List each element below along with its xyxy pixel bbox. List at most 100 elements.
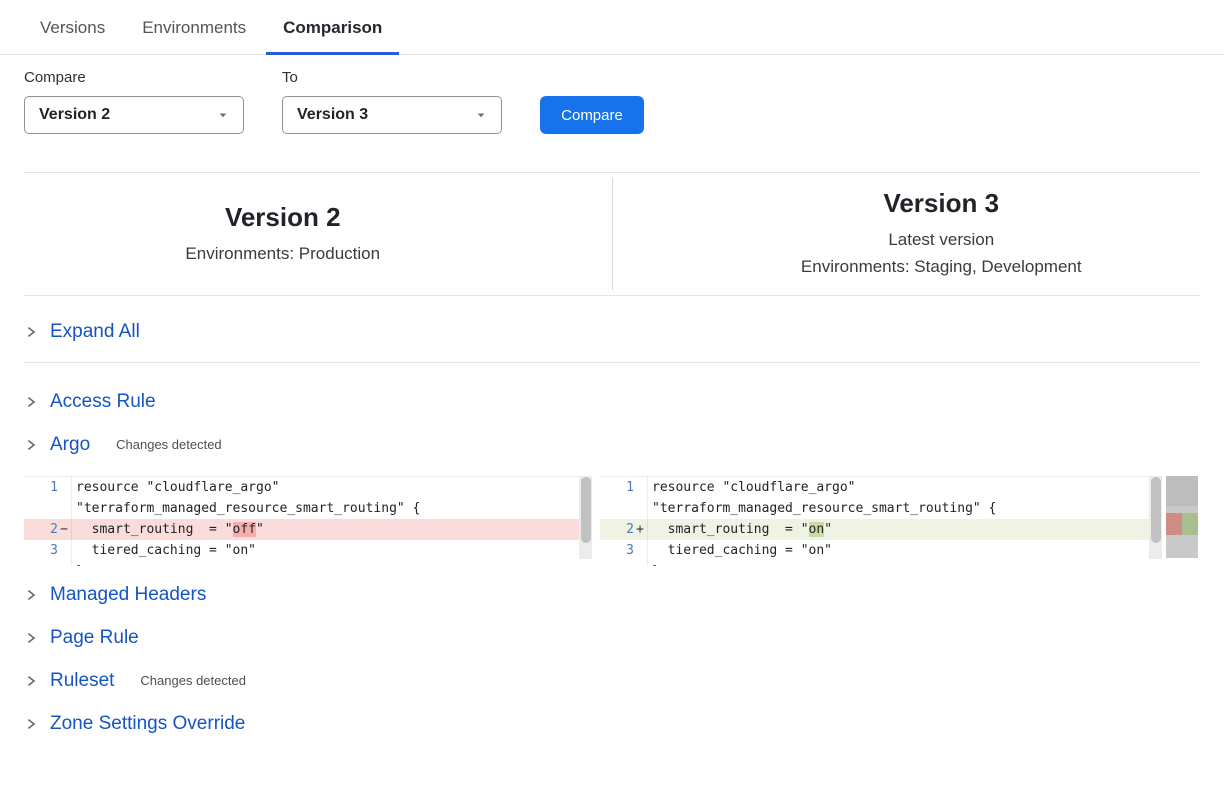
chevron-right-icon bbox=[24, 674, 38, 688]
expand-all-button[interactable]: Expand All bbox=[24, 296, 1200, 363]
line-number bbox=[24, 498, 58, 519]
section-label: Page Rule bbox=[50, 627, 139, 649]
diff-pane-left: 1 resource "cloudflare_argo" "terraform_… bbox=[24, 476, 592, 566]
diff-pane-right: 1 resource "cloudflare_argo" "terraform_… bbox=[600, 476, 1162, 566]
compare-to-select[interactable]: Version 3 bbox=[282, 96, 502, 134]
right-version-environments: Environments: Staging, Development bbox=[683, 253, 1201, 280]
compare-from-select[interactable]: Version 2 bbox=[24, 96, 244, 134]
code-text: resource "cloudflare_argo" bbox=[72, 477, 280, 498]
code-line: 3 tiered_caching = "on" bbox=[24, 540, 579, 561]
chevron-right-icon bbox=[24, 325, 38, 339]
section-zone-settings-override[interactable]: Zone Settings Override bbox=[24, 712, 1200, 735]
code-text: smart_routing = "off" bbox=[72, 519, 264, 540]
tab-label: Versions bbox=[40, 18, 105, 37]
right-version-latest-label: Latest version bbox=[683, 226, 1201, 253]
chevron-right-icon bbox=[24, 395, 38, 409]
code-text: } bbox=[648, 561, 660, 566]
compare-label: Compare bbox=[24, 69, 244, 86]
diff-sign: − bbox=[58, 519, 70, 540]
chevron-right-icon bbox=[24, 717, 38, 731]
line-number: 1 bbox=[24, 477, 58, 498]
section-managed-headers[interactable]: Managed Headers bbox=[24, 583, 1200, 606]
tab-label: Environments bbox=[142, 18, 246, 37]
line-number: 3 bbox=[600, 540, 634, 561]
diff-sign bbox=[634, 561, 646, 566]
minimap-viewport bbox=[1166, 476, 1198, 506]
line-number: 3 bbox=[24, 540, 58, 561]
left-version-header: Version 2 Environments: Production bbox=[24, 202, 542, 267]
code-line: } bbox=[600, 561, 1149, 566]
code-text: "terraform_managed_resource_smart_routin… bbox=[72, 498, 420, 519]
code-line: 3 tiered_caching = "on" bbox=[600, 540, 1149, 561]
chevron-down-icon bbox=[475, 109, 487, 121]
left-pane-scrollbar[interactable] bbox=[579, 477, 592, 559]
diff-code-right: 1 resource "cloudflare_argo" "terraform_… bbox=[600, 477, 1149, 566]
line-number: 2 bbox=[24, 519, 58, 540]
argo-diff-view: 1 resource "cloudflare_argo" "terraform_… bbox=[24, 476, 1200, 566]
scrollbar-thumb[interactable] bbox=[1151, 477, 1161, 543]
right-pane-scrollbar[interactable] bbox=[1149, 477, 1162, 559]
section-access-rule[interactable]: Access Rule bbox=[24, 390, 1200, 413]
diff-sign bbox=[634, 498, 646, 519]
left-version-environments: Environments: Production bbox=[24, 240, 542, 267]
diff-sign bbox=[58, 561, 70, 566]
minimap-added-marker bbox=[1182, 513, 1198, 535]
line-number: 1 bbox=[600, 477, 634, 498]
diff-minimap[interactable] bbox=[1166, 476, 1198, 558]
select-value: Version 2 bbox=[39, 106, 110, 124]
right-version-header: Version 3 Latest version Environments: S… bbox=[683, 188, 1201, 280]
compare-controls: Compare Version 2 To Version 3 Compare bbox=[24, 69, 1200, 134]
code-line: "terraform_managed_resource_smart_routin… bbox=[600, 498, 1149, 519]
tab-environments[interactable]: Environments bbox=[125, 14, 263, 55]
diff-code-left: 1 resource "cloudflare_argo" "terraform_… bbox=[24, 477, 579, 566]
expand-all-label: Expand All bbox=[50, 321, 140, 343]
code-text: tiered_caching = "on" bbox=[648, 540, 832, 561]
deleted-word: off bbox=[233, 522, 256, 537]
line-number bbox=[600, 561, 634, 566]
section-label: Argo bbox=[50, 434, 90, 456]
compare-to-field: To Version 3 bbox=[282, 69, 502, 134]
line-number: 2 bbox=[600, 519, 634, 540]
diff-sign bbox=[634, 477, 646, 498]
tab-label: Comparison bbox=[283, 18, 382, 37]
section-page-rule[interactable]: Page Rule bbox=[24, 626, 1200, 649]
section-label: Zone Settings Override bbox=[50, 713, 245, 735]
scrollbar-thumb[interactable] bbox=[581, 477, 591, 543]
section-argo[interactable]: Argo Changes detected bbox=[24, 433, 1200, 456]
section-list: Access Rule Argo Changes detected 1 reso… bbox=[24, 363, 1200, 735]
diff-sign bbox=[634, 540, 646, 561]
code-line-added: 2+ smart_routing = "on" bbox=[600, 519, 1149, 540]
left-version-title: Version 2 bbox=[24, 202, 542, 233]
chevron-right-icon bbox=[24, 588, 38, 602]
line-number bbox=[24, 561, 58, 566]
code-text: } bbox=[72, 561, 84, 566]
chevron-right-icon bbox=[24, 631, 38, 645]
section-label: Managed Headers bbox=[50, 584, 206, 606]
code-line: } bbox=[24, 561, 579, 566]
code-line: 1 resource "cloudflare_argo" bbox=[24, 477, 579, 498]
vertical-divider bbox=[612, 178, 613, 290]
code-text: "terraform_managed_resource_smart_routin… bbox=[648, 498, 996, 519]
code-line: "terraform_managed_resource_smart_routin… bbox=[24, 498, 579, 519]
line-number bbox=[600, 498, 634, 519]
code-text: tiered_caching = "on" bbox=[72, 540, 256, 561]
section-ruleset[interactable]: Ruleset Changes detected bbox=[24, 669, 1200, 692]
chevron-down-icon bbox=[217, 109, 229, 121]
changes-detected-badge: Changes detected bbox=[140, 673, 246, 688]
code-text: resource "cloudflare_argo" bbox=[648, 477, 856, 498]
minimap-deleted-marker bbox=[1166, 513, 1182, 535]
diff-sign bbox=[58, 477, 70, 498]
section-label: Ruleset bbox=[50, 670, 114, 692]
code-line: 1 resource "cloudflare_argo" bbox=[600, 477, 1149, 498]
tab-versions[interactable]: Versions bbox=[23, 14, 122, 55]
select-value: Version 3 bbox=[297, 106, 368, 124]
compare-button[interactable]: Compare bbox=[540, 96, 644, 134]
diff-sign bbox=[58, 498, 70, 519]
version-headers: Version 2 Environments: Production Versi… bbox=[24, 173, 1200, 296]
code-line-deleted: 2− smart_routing = "off" bbox=[24, 519, 579, 540]
tab-comparison[interactable]: Comparison bbox=[266, 14, 399, 55]
section-label: Access Rule bbox=[50, 391, 156, 413]
compare-from-field: Compare Version 2 bbox=[24, 69, 244, 134]
added-word: on bbox=[809, 522, 825, 537]
comparison-page: Versions Environments Comparison Compare… bbox=[0, 0, 1224, 788]
